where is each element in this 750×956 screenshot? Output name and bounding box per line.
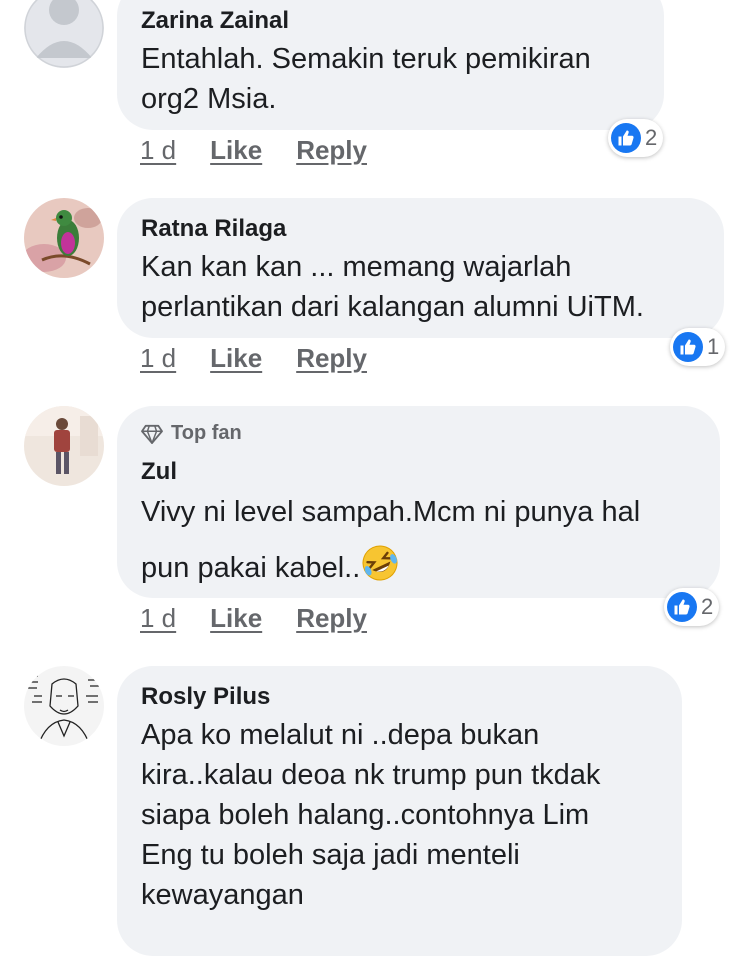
comment-text-line: perlantikan dari kalangan alumni UiTM. <box>141 291 644 323</box>
comment-timestamp[interactable]: 1 d <box>140 603 176 634</box>
reaction-summary[interactable]: 2 <box>608 119 664 157</box>
comment-author[interactable]: Ratna Rilaga <box>141 215 286 243</box>
top-fan-badge: Top fan <box>141 422 242 445</box>
comment-author[interactable]: Rosly Pilus <box>141 683 270 711</box>
default-avatar-icon <box>24 0 104 68</box>
reaction-count: 2 <box>701 594 714 619</box>
comment-text-line-with-emoji: pun pakai kabel.. <box>141 543 400 588</box>
comment-bubble: Ratna Rilaga Kan kan kan ... memang waja… <box>117 198 724 338</box>
comment-bubble: Rosly Pilus Apa ko melalut ni ..depa buk… <box>117 666 682 956</box>
thumbs-up-icon <box>667 592 697 622</box>
comment-actions: 1 d Like Reply <box>140 343 367 374</box>
thumbs-up-icon <box>611 123 641 153</box>
sketch-portrait-avatar <box>24 666 104 746</box>
comment-text: pun pakai kabel.. <box>141 552 361 584</box>
reaction-count: 2 <box>645 125 658 150</box>
comment-text-line: siapa boleh halang..contohnya Lim <box>141 799 590 831</box>
reply-button[interactable]: Reply <box>296 603 367 634</box>
comment-bubble: Top fan Zul Vivy ni level sampah.Mcm ni … <box>117 406 720 598</box>
comment-actions: 1 d Like Reply <box>140 135 367 166</box>
comment-text-line: kewayangan <box>141 879 304 911</box>
like-button[interactable]: Like <box>210 603 262 634</box>
comment-avatar[interactable] <box>24 666 104 746</box>
comment-timestamp[interactable]: 1 d <box>140 135 176 166</box>
comment-timestamp[interactable]: 1 d <box>140 343 176 374</box>
comment-author[interactable]: Zarina Zainal <box>141 7 289 35</box>
bird-photo-avatar <box>24 198 104 278</box>
like-button[interactable]: Like <box>210 135 262 166</box>
comment-avatar[interactable] <box>24 198 104 278</box>
thumbs-up-icon <box>673 332 703 362</box>
comment-text-line: Apa ko melalut ni ..depa bukan <box>141 719 540 751</box>
person-photo-avatar <box>24 406 104 486</box>
comment-avatar[interactable] <box>24 406 104 486</box>
comment-text-line: Kan kan kan ... memang wajarlah <box>141 251 572 283</box>
comment-text-line: org2 Msia. <box>141 83 277 115</box>
diamond-icon <box>141 424 163 444</box>
reaction-summary[interactable]: 1 <box>670 328 726 366</box>
reply-button[interactable]: Reply <box>296 135 367 166</box>
comment-text-line: kira..kalau deoa nk trump pun tkdak <box>141 759 601 791</box>
top-fan-label: Top fan <box>171 422 242 444</box>
comment-bubble: Zarina Zainal Entahlah. Semakin teruk pe… <box>117 0 664 130</box>
comment-author[interactable]: Zul <box>141 458 177 486</box>
rolling-on-floor-laughing-emoji <box>362 545 398 581</box>
reaction-summary[interactable]: 2 <box>664 588 720 626</box>
comment-actions: 1 d Like Reply <box>140 603 367 634</box>
reply-button[interactable]: Reply <box>296 343 367 374</box>
comment-text-line: Eng tu boleh saja jadi menteli <box>141 839 520 871</box>
comment-avatar[interactable] <box>24 0 104 68</box>
comment-text-line: Entahlah. Semakin teruk pemikiran <box>141 43 591 75</box>
comment-text-line: Vivy ni level sampah.Mcm ni punya hal <box>141 496 641 528</box>
like-button[interactable]: Like <box>210 343 262 374</box>
reaction-count: 1 <box>707 334 720 359</box>
